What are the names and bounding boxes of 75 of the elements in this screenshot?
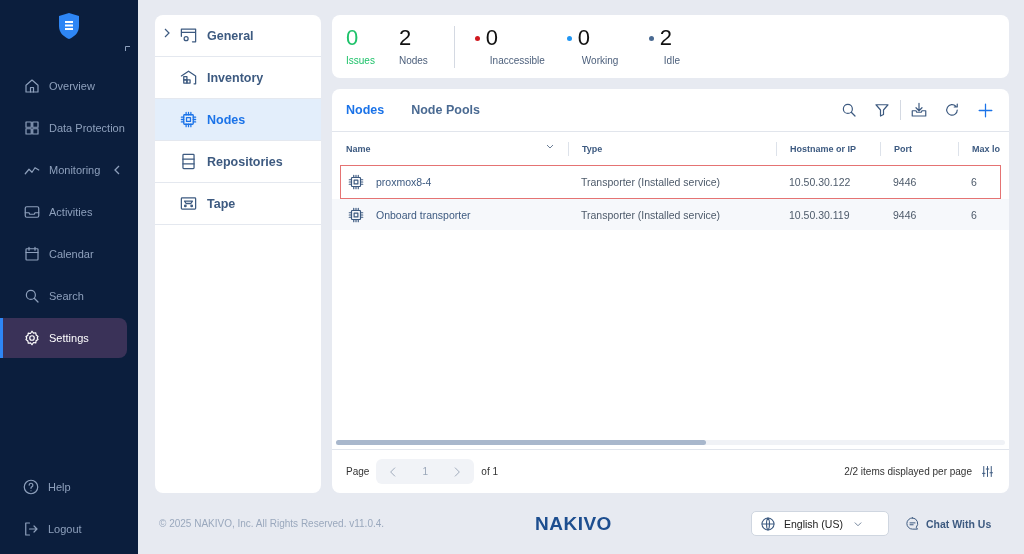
sort-caret-icon [546, 144, 554, 149]
settings-nav-item[interactable]: Tape [155, 183, 321, 225]
column-header[interactable]: Port [880, 142, 958, 156]
inbox-icon [23, 203, 41, 221]
calendar-icon [23, 245, 41, 263]
search-icon [23, 287, 41, 305]
table-cell[interactable]: Onboard transporter [332, 199, 568, 230]
status-count: 0 [577, 27, 591, 49]
chat-bubble-icon [905, 516, 920, 531]
house-boxes-icon [179, 68, 198, 87]
settings-icon [23, 329, 41, 347]
filter-button[interactable] [873, 101, 891, 119]
page-total: of 1 [481, 466, 499, 477]
chat-button[interactable]: Chat With Us [905, 516, 992, 531]
help-icon [22, 478, 40, 496]
import-button[interactable] [910, 101, 928, 119]
sidebar-item[interactable]: Calendar [0, 234, 127, 274]
status-count: 2 [659, 27, 673, 49]
language-dropdown[interactable]: English (US) [751, 511, 889, 536]
status-label: Working [580, 55, 620, 66]
status-label: Inaccessible [488, 55, 545, 66]
sidebar-item[interactable]: Logout [0, 508, 138, 550]
copyright-text: © 2025 NAKIVO, Inc. All Rights Reserved. v11.0.4. [159, 518, 386, 529]
tab[interactable]: Nodes [346, 103, 385, 117]
column-header[interactable]: Hostname or IP [776, 142, 880, 156]
horizontal-scrollbar[interactable] [336, 440, 1005, 445]
nodes-count: 2 [398, 27, 413, 49]
column-header[interactable]: Max lo [958, 142, 1009, 156]
settings-nav-item[interactable]: Nodes [155, 99, 321, 141]
column-header[interactable]: Name [332, 132, 568, 165]
sidebar-item[interactable]: Activities [0, 192, 127, 232]
status-count: 0 [485, 27, 499, 49]
filter-icon [873, 101, 891, 119]
table-cell: 9446 [880, 199, 958, 230]
status-label: Idle [662, 55, 681, 66]
tab[interactable]: Node Pools [411, 103, 480, 117]
home-icon [23, 77, 41, 95]
issues-label: Issues [346, 55, 375, 66]
nodes-label: Nodes [398, 55, 428, 66]
node-name: Onboard transporter [376, 208, 471, 221]
collapse-icon[interactable] [125, 46, 130, 51]
column-settings-button[interactable] [980, 464, 995, 479]
settings-nav-item[interactable]: Repositories [155, 141, 321, 183]
sliders-icon [980, 464, 995, 479]
sidebar-item[interactable]: Data Protection [0, 108, 127, 148]
refresh-button[interactable] [943, 101, 961, 119]
table-cell: 6 [958, 199, 1009, 230]
sidebar-item[interactable]: Help [0, 466, 138, 508]
table-cell: 10.50.30.119 [776, 199, 880, 230]
logout-icon [22, 520, 40, 538]
shield-logo-icon [58, 12, 80, 40]
storage-icon [179, 152, 198, 171]
settings-nav-item[interactable]: General [155, 15, 321, 57]
search-button[interactable] [840, 101, 858, 119]
sidebar-item[interactable]: Search [0, 276, 127, 316]
tray-download-icon [910, 101, 928, 119]
refresh-icon [943, 101, 961, 119]
tape-icon [179, 194, 198, 213]
column-header[interactable]: Type [568, 142, 776, 156]
search-icon [840, 101, 858, 119]
table-cell: Transporter (Installed service) [568, 199, 776, 230]
items-per-page-text: 2/2 items displayed per page [844, 466, 972, 477]
grid-icon [23, 119, 41, 137]
chip-icon [179, 110, 198, 129]
sidebar-item[interactable]: Monitoring [0, 150, 127, 190]
chip-icon [347, 173, 365, 191]
brand-logo: NAKIVO [535, 512, 613, 535]
sidebar-item[interactable]: Settings [0, 318, 127, 358]
sidebar-item[interactable]: Overview [0, 66, 127, 106]
node-name: proxmox8-4 [376, 176, 432, 188]
window-gear-icon [179, 26, 198, 45]
issues-count: 0 [346, 27, 360, 49]
page-label: Page [346, 466, 370, 477]
globe-icon [760, 515, 776, 532]
chip-icon [347, 205, 365, 224]
